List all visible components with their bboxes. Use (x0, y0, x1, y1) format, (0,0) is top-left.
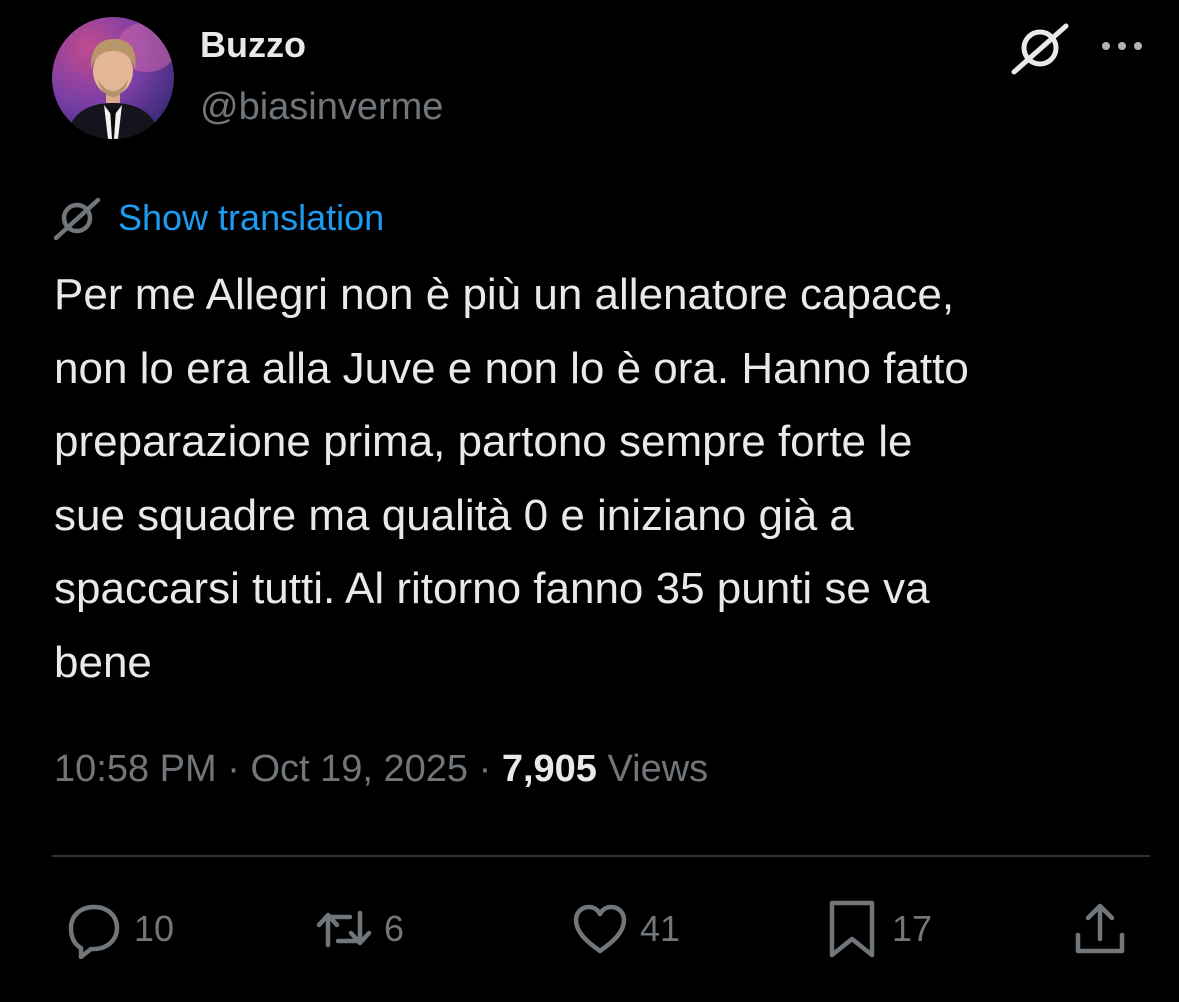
views-count[interactable]: 7,905 (502, 748, 597, 790)
show-translation-label: Show translation (118, 197, 385, 238)
repost-count: 6 (384, 908, 405, 949)
tweet-meta: 10:58 PM · Oct 19, 2025 · 7,905 Views (54, 748, 708, 791)
repost-button[interactable]: 6 (314, 893, 404, 965)
more-icon[interactable] (1098, 28, 1146, 64)
like-button[interactable]: 41 (570, 893, 680, 965)
bookmark-count: 17 (892, 908, 933, 949)
share-icon (1075, 903, 1125, 954)
user-handle[interactable]: @biasinverme (200, 86, 443, 129)
grok-icon[interactable] (1008, 20, 1072, 76)
action-bar: 10 6 41 17 (52, 893, 1150, 965)
share-button[interactable] (1070, 893, 1130, 965)
reply-button[interactable]: 10 (64, 893, 174, 965)
views-label: Views (596, 748, 709, 790)
bookmark-button[interactable]: 17 (822, 893, 932, 965)
repost-icon (316, 910, 372, 948)
heart-icon (573, 904, 627, 954)
show-translation-link[interactable]: Show translation (52, 192, 384, 244)
display-name[interactable]: Buzzo (200, 24, 306, 66)
meta-separator: · (468, 748, 502, 790)
tweet-date[interactable]: Oct 19, 2025 (250, 748, 468, 790)
bookmark-icon (829, 900, 875, 958)
like-count: 41 (640, 908, 681, 949)
tweet-time[interactable]: 10:58 PM (54, 748, 217, 790)
tweet-text: Per me Allegri non è più un allenatore c… (54, 270, 969, 687)
reply-count: 10 (134, 908, 175, 949)
grok-icon (52, 195, 102, 241)
divider (52, 855, 1150, 857)
reply-icon (68, 904, 120, 959)
meta-separator: · (216, 748, 251, 790)
avatar[interactable] (52, 17, 174, 139)
